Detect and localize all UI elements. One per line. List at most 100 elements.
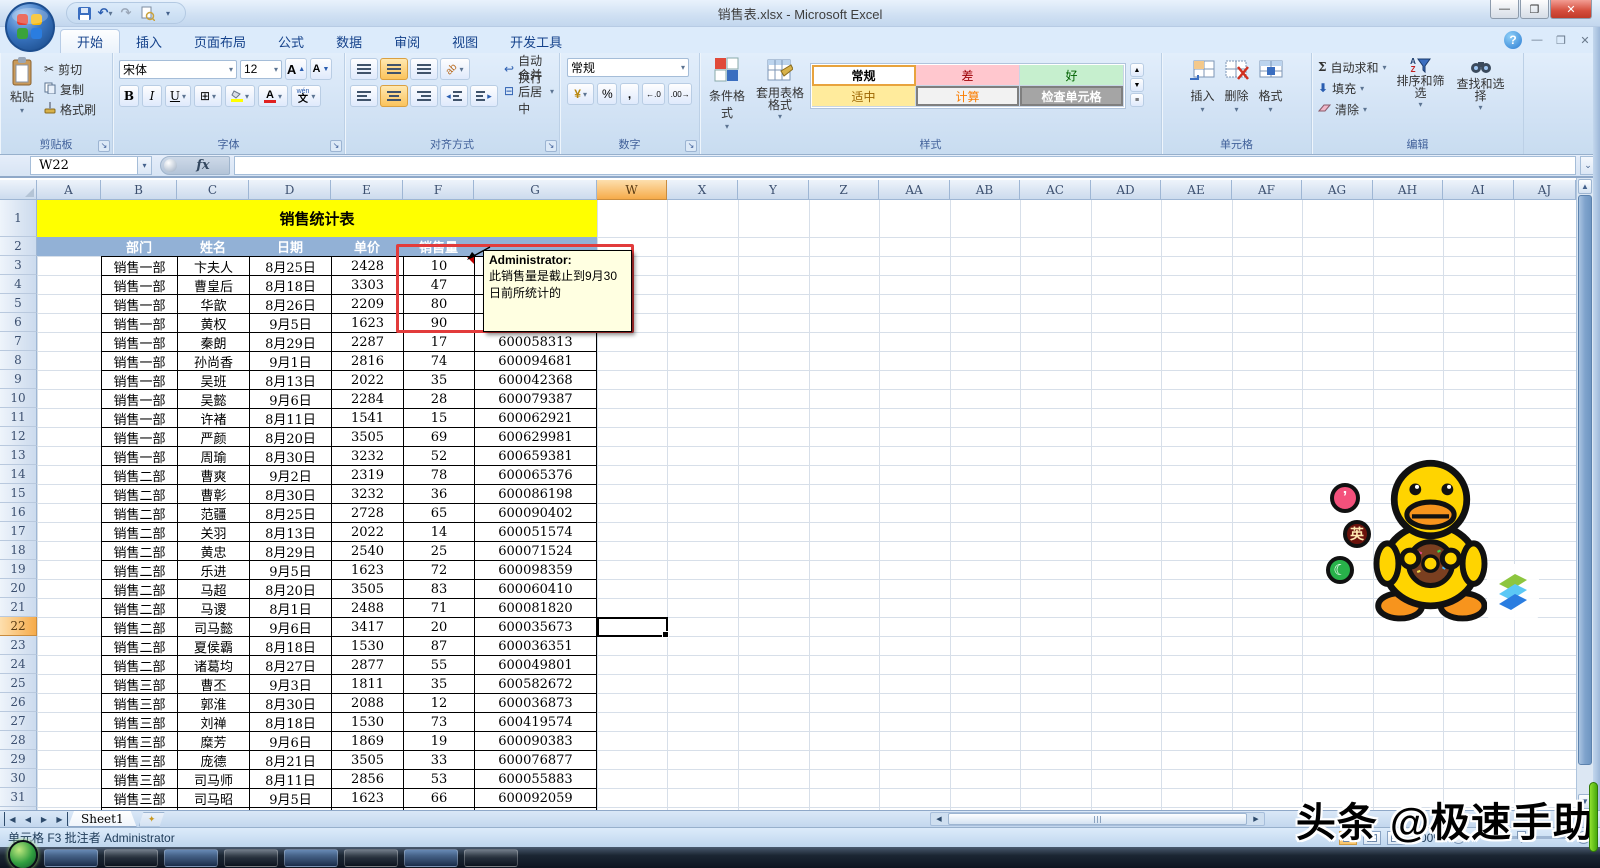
tab-开发工具[interactable]: 开发工具 xyxy=(494,29,578,53)
cell-C15[interactable]: 曹彰 xyxy=(178,485,250,504)
header-cell-日期[interactable]: 日期 xyxy=(249,237,331,256)
cell-style-好[interactable]: 好 xyxy=(1020,65,1124,86)
horizontal-scroll-thumb[interactable] xyxy=(948,813,1247,825)
cell-B5[interactable]: 销售一部 xyxy=(102,295,178,314)
cell-B21[interactable]: 销售二部 xyxy=(102,599,178,618)
row-header-3[interactable]: 3 xyxy=(0,256,37,275)
cell-G25[interactable]: 600582672 xyxy=(475,675,597,694)
hscroll-right-icon[interactable]: ▶ xyxy=(1248,812,1264,826)
cell-D23[interactable]: 8月18日 xyxy=(250,637,332,656)
tab-开始[interactable]: 开始 xyxy=(60,29,121,53)
number-dialog-launcher[interactable]: ↘ xyxy=(685,140,697,152)
cell-D29[interactable]: 8月21日 xyxy=(250,751,332,770)
row-header-6[interactable]: 6 xyxy=(0,313,37,332)
column-header-AC[interactable]: AC xyxy=(1020,180,1091,200)
cell-F16[interactable]: 65 xyxy=(404,504,475,523)
increase-decimal-button[interactable]: ←.0 xyxy=(641,83,666,105)
gallery-down-icon[interactable]: ▼ xyxy=(1130,78,1144,92)
font-dialog-launcher[interactable]: ↘ xyxy=(330,140,342,152)
phonetic-button[interactable]: wén 文 ▾ xyxy=(291,85,321,107)
copy-button[interactable]: 复制 xyxy=(44,80,96,98)
cell-B7[interactable]: 销售一部 xyxy=(102,333,178,352)
cell-G11[interactable]: 600062921 xyxy=(475,409,597,428)
cell-E27[interactable]: 1530 xyxy=(332,713,404,732)
cell-D5[interactable]: 8月26日 xyxy=(250,295,332,314)
row-header-14[interactable]: 14 xyxy=(0,465,37,484)
cell-C7[interactable]: 秦朗 xyxy=(178,333,250,352)
cell-C22[interactable]: 司马懿 xyxy=(178,618,250,637)
row-header-28[interactable]: 28 xyxy=(0,731,37,750)
select-all-corner[interactable] xyxy=(0,180,37,200)
cell-F20[interactable]: 83 xyxy=(404,580,475,599)
cell-E26[interactable]: 2088 xyxy=(332,694,404,713)
row-header-4[interactable]: 4 xyxy=(0,275,37,294)
cell-C24[interactable]: 诸葛均 xyxy=(178,656,250,675)
cell-E13[interactable]: 3232 xyxy=(332,447,404,466)
column-header-AJ[interactable]: AJ xyxy=(1514,180,1576,200)
taskbar-item[interactable] xyxy=(164,848,218,867)
cell-style-常规[interactable]: 常规 xyxy=(812,65,916,86)
cell-D25[interactable]: 9月3日 xyxy=(250,675,332,694)
undo-icon[interactable]: ↶ ▾ xyxy=(96,4,114,22)
cell-C9[interactable]: 吴班 xyxy=(178,371,250,390)
name-box-dropdown-icon[interactable]: ▾ xyxy=(138,156,152,175)
row-header-31[interactable]: 31 xyxy=(0,788,37,807)
format-as-table-button[interactable]: 套用表格格式 ▾ xyxy=(754,57,806,136)
cell-E20[interactable]: 3505 xyxy=(332,580,404,599)
align-left-button[interactable] xyxy=(350,85,378,107)
cell-E25[interactable]: 1811 xyxy=(332,675,404,694)
column-header-C[interactable]: C xyxy=(177,180,249,200)
cell-B30[interactable]: 销售三部 xyxy=(102,770,178,789)
cell-E28[interactable]: 1869 xyxy=(332,732,404,751)
cell-D12[interactable]: 8月20日 xyxy=(250,428,332,447)
row-header-17[interactable]: 17 xyxy=(0,522,37,541)
cell-B11[interactable]: 销售一部 xyxy=(102,409,178,428)
cell-E22[interactable]: 3417 xyxy=(332,618,404,637)
cell-E24[interactable]: 2877 xyxy=(332,656,404,675)
cell-F19[interactable]: 72 xyxy=(404,561,475,580)
cell-style-适中[interactable]: 适中 xyxy=(812,86,916,107)
tab-视图[interactable]: 视图 xyxy=(436,29,494,53)
cell-B18[interactable]: 销售二部 xyxy=(102,542,178,561)
cell-C10[interactable]: 吴懿 xyxy=(178,390,250,409)
sheet-title-cell[interactable]: 销售统计表 xyxy=(37,200,597,237)
column-header-AA[interactable]: AA xyxy=(879,180,950,200)
cell-B13[interactable]: 销售一部 xyxy=(102,447,178,466)
row-header-15[interactable]: 15 xyxy=(0,484,37,503)
row-header-18[interactable]: 18 xyxy=(0,541,37,560)
cell-C6[interactable]: 黄权 xyxy=(178,314,250,333)
cell-style-差[interactable]: 差 xyxy=(916,65,1020,86)
cell-B24[interactable]: 销售二部 xyxy=(102,656,178,675)
cell-D31[interactable]: 9月5日 xyxy=(250,789,332,808)
cell-C25[interactable]: 曹丕 xyxy=(178,675,250,694)
cell-F22[interactable]: 20 xyxy=(404,618,475,637)
prev-sheet-icon[interactable]: ◀ xyxy=(20,812,36,826)
cell-C5[interactable]: 华歆 xyxy=(178,295,250,314)
column-header-F[interactable]: F xyxy=(403,180,474,200)
cell-F14[interactable]: 78 xyxy=(404,466,475,485)
cell-F25[interactable]: 35 xyxy=(404,675,475,694)
cell-G31[interactable]: 600092059 xyxy=(475,789,597,808)
tab-插入[interactable]: 插入 xyxy=(120,29,178,53)
cell-C27[interactable]: 刘禅 xyxy=(178,713,250,732)
cell-G14[interactable]: 600065376 xyxy=(475,466,597,485)
cell-B26[interactable]: 销售三部 xyxy=(102,694,178,713)
align-center-button[interactable] xyxy=(380,85,408,107)
cell-G22[interactable]: 600035673 xyxy=(475,618,597,637)
cell-F24[interactable]: 55 xyxy=(404,656,475,675)
sheet-tab-sheet1[interactable]: Sheet1 xyxy=(68,811,137,827)
qat-more-icon[interactable]: ▾ xyxy=(159,4,177,22)
taskbar-item[interactable] xyxy=(344,848,398,867)
row-header-20[interactable]: 20 xyxy=(0,579,37,598)
cell-C20[interactable]: 马超 xyxy=(178,580,250,599)
column-header-AD[interactable]: AD xyxy=(1091,180,1161,200)
cell-G27[interactable]: 600419574 xyxy=(475,713,597,732)
cell-D7[interactable]: 8月29日 xyxy=(250,333,332,352)
decrease-indent-button[interactable]: ◂ xyxy=(440,85,468,107)
column-header-E[interactable]: E xyxy=(331,180,403,200)
row-header-24[interactable]: 24 xyxy=(0,655,37,674)
underline-button[interactable]: U ▾ xyxy=(165,85,191,107)
row-header-29[interactable]: 29 xyxy=(0,750,37,769)
cell-B27[interactable]: 销售三部 xyxy=(102,713,178,732)
row-header-5[interactable]: 5 xyxy=(0,294,37,313)
